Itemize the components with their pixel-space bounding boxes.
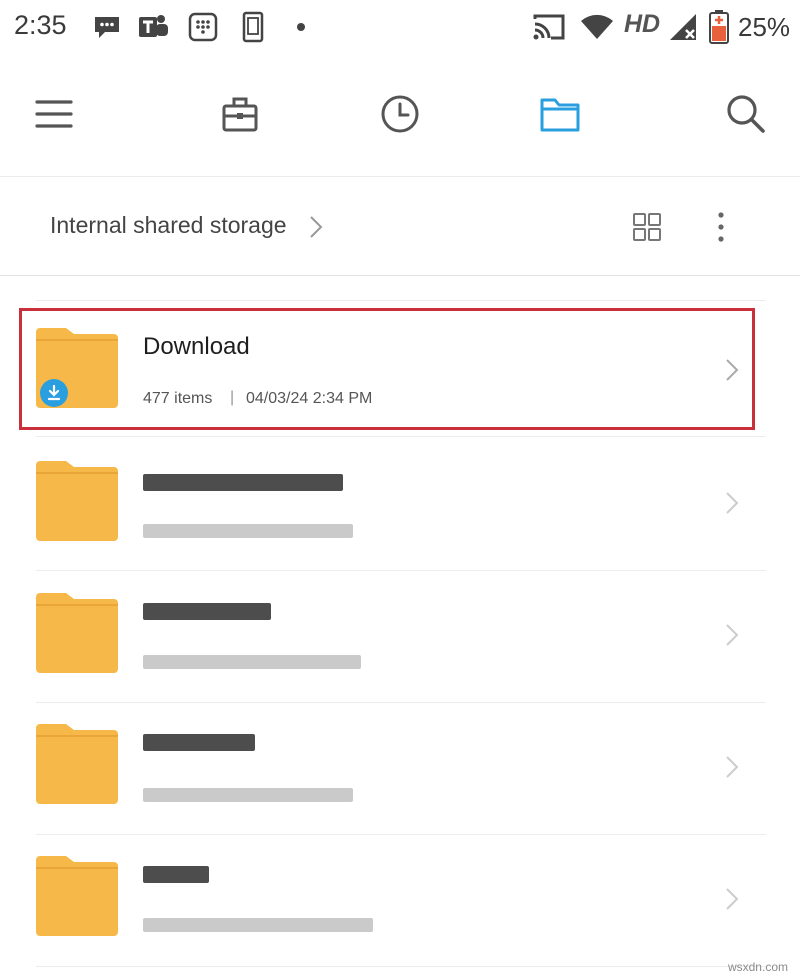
status-clock: 2:35 — [14, 10, 67, 40]
grid-view-icon — [632, 212, 662, 247]
recent-clock-icon — [379, 93, 421, 140]
signal-icon — [666, 10, 700, 44]
list-divider — [36, 570, 766, 571]
more-options-button[interactable] — [694, 202, 748, 256]
battery-percent: 25% — [738, 12, 791, 42]
recent-tab[interactable] — [370, 88, 430, 144]
search-button[interactable] — [716, 88, 776, 144]
status-bar: 2:35 HD 25% — [0, 0, 800, 56]
folder-thumbnail — [36, 593, 118, 673]
folder-thumbnail — [36, 461, 118, 541]
chevron-right-icon — [722, 884, 742, 914]
phone-screen-icon — [236, 10, 270, 44]
menu-button[interactable] — [24, 88, 84, 144]
list-divider — [36, 436, 766, 437]
file-meta — [143, 918, 373, 932]
briefcase-icon — [220, 94, 260, 139]
folder-icon — [539, 95, 581, 138]
list-item[interactable] — [20, 572, 766, 702]
network-type-label: HD — [624, 10, 661, 38]
chevron-right-icon — [722, 620, 742, 650]
dot-icon — [284, 10, 318, 44]
cast-icon — [530, 10, 568, 44]
file-name — [143, 866, 209, 883]
file-name — [143, 603, 271, 620]
chevron-right-icon — [306, 212, 326, 247]
more-vert-icon — [716, 210, 726, 249]
dialpad-icon — [186, 10, 220, 44]
tools-tab[interactable] — [210, 88, 270, 144]
file-meta — [143, 655, 361, 669]
list-item[interactable] — [20, 704, 766, 834]
folder-thumbnail — [36, 856, 118, 936]
file-meta — [143, 788, 353, 802]
file-meta — [143, 524, 353, 538]
list-divider — [36, 834, 766, 835]
toolbar-divider — [0, 176, 800, 177]
list-divider — [36, 702, 766, 703]
menu-icon — [34, 97, 74, 136]
chat-bubble-icon — [90, 10, 124, 44]
file-name — [143, 734, 255, 751]
chevron-right-icon — [722, 752, 742, 782]
file-name — [143, 474, 343, 491]
wifi-icon — [578, 10, 616, 44]
search-icon — [725, 93, 767, 140]
highlight-outline — [19, 308, 755, 430]
files-tab[interactable] — [530, 88, 590, 144]
watermark: wsxdn.com — [727, 960, 788, 974]
battery-icon — [704, 10, 734, 44]
list-divider — [36, 966, 766, 967]
folder-thumbnail — [36, 724, 118, 804]
breadcrumb[interactable]: Internal shared storage — [50, 212, 287, 239]
chevron-right-icon — [722, 488, 742, 518]
list-item[interactable] — [20, 440, 766, 570]
list-item[interactable] — [20, 836, 766, 966]
list-divider — [36, 300, 766, 301]
grid-view-button[interactable] — [620, 202, 674, 256]
path-divider — [0, 275, 800, 276]
teams-icon — [136, 10, 170, 44]
